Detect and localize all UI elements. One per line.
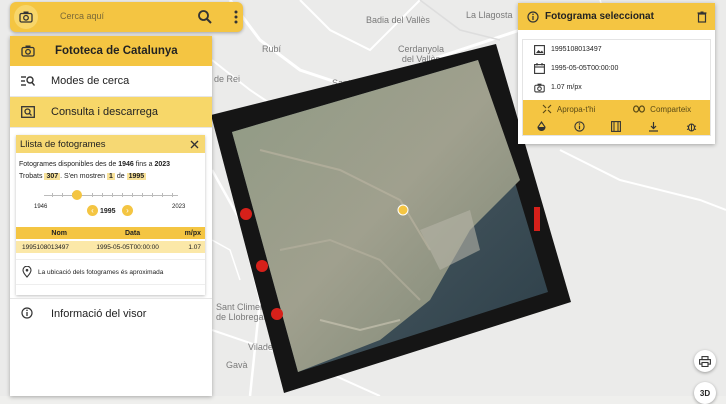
fiducial-mark (534, 207, 540, 231)
panel-header: Fototeca de Catalunya (10, 36, 212, 66)
camera-icon (21, 45, 35, 57)
camera-icon (533, 83, 545, 93)
frame-date-row: 1995-05-05T00:00:00 (523, 59, 710, 78)
frame-id: 1995108013497 (551, 46, 602, 53)
image-search-icon (21, 105, 35, 119)
film-strip-icon[interactable] (611, 121, 622, 132)
frame-actions: Apropa-t'hi Comparteix (523, 100, 710, 135)
frame-id-row: 1995108013497 (523, 40, 710, 59)
panel-title: Fototeca de Catalunya (55, 45, 178, 57)
search-icon[interactable] (197, 9, 213, 25)
showing-count: 1 (107, 173, 115, 180)
frame-resolution-row: 1.07 m/px (523, 78, 710, 97)
cell-nom: 1995108013497 (22, 243, 69, 251)
year-slider[interactable]: 1946 2023 ‹ 1995 › (16, 187, 205, 227)
opacity-icon[interactable] (536, 121, 547, 132)
selected-frame-details: 1995108013497 1995-05-05T00:00:00 1.07 m… (522, 39, 711, 136)
slider-value: 1995 (100, 208, 116, 215)
print-button[interactable] (694, 350, 716, 372)
slider-min: 1946 (34, 204, 48, 210)
info-icon (21, 307, 35, 321)
table-row[interactable]: 1995108013497 1995-05-05T00:00:00 1.07 (16, 241, 205, 253)
selected-frame-header: Fotograma seleccionat (518, 3, 715, 30)
column-header-nom: Nom (51, 229, 67, 237)
camera-icon[interactable] (14, 5, 38, 29)
photo-center-marker[interactable] (397, 204, 409, 216)
year-to: 2023 (154, 161, 171, 168)
frame-date: 1995-05-05T00:00:00 (551, 65, 619, 72)
selected-frame-title: Fotograma seleccionat (545, 11, 654, 22)
selected-frame-panel: Fotograma seleccionat 1995108013497 1995… (518, 3, 715, 144)
menu-item-label: Consulta i descarrega (51, 106, 159, 118)
fiducial-mark (271, 308, 283, 320)
3d-button[interactable]: 3D (694, 382, 716, 404)
fiducial-mark (256, 260, 268, 272)
cell-mpx: 1.07 (188, 243, 201, 251)
print-icon (699, 355, 711, 367)
info-icon[interactable] (574, 121, 585, 132)
search-input[interactable]: Cerca aquí (60, 11, 104, 21)
availability-text: Fotogrames disponibles des de 1946 fins … (19, 161, 171, 180)
menu-item-informacio-del-visor[interactable]: Informació del visor (10, 298, 212, 329)
more-vert-icon[interactable] (230, 9, 242, 25)
calendar-icon (533, 63, 545, 74)
frame-resolution: 1.07 m/px (551, 84, 582, 91)
manage-search-icon (21, 74, 35, 88)
column-header-data: Data (124, 229, 141, 237)
year-from: 1946 (118, 161, 134, 168)
table-header: Nom Data m/px (16, 227, 205, 239)
location-note-text: La ubicació dels fotogrames és aproximad… (38, 268, 164, 276)
close-icon[interactable] (190, 140, 199, 149)
menu-item-modes-de-cerca[interactable]: Modes de cerca (10, 66, 212, 97)
menu-item-label: Informació del visor (51, 308, 147, 320)
share-button[interactable]: Comparteix (633, 105, 691, 114)
search-bar: Cerca aquí (10, 2, 243, 32)
3d-label: 3D (699, 388, 711, 398)
menu-item-consulta-i-descarrega[interactable]: Consulta i descarrega (10, 97, 212, 128)
menu-item-label: Modes de cerca (51, 75, 130, 87)
delete-icon[interactable] (697, 11, 707, 23)
zoom-in-map-icon (542, 104, 552, 114)
image-icon (533, 44, 545, 55)
found-count: 307 (44, 173, 61, 180)
link-icon (633, 105, 646, 113)
fiducial-mark (240, 208, 252, 220)
bug-icon[interactable] (686, 121, 697, 132)
frame-list-header: Llista de fotogrames (16, 135, 205, 153)
download-icon[interactable] (648, 121, 659, 132)
info-icon (527, 10, 539, 23)
side-panel: Fototeca de Catalunya Modes de cerca Con… (10, 36, 212, 396)
location-note: La ubicació dels fotogrames és aproximad… (16, 259, 205, 285)
showing-year: 1995 (126, 173, 147, 180)
frame-list-card: Llista de fotogrames Fotogrames disponib… (16, 135, 205, 295)
location-pin-icon (22, 266, 32, 278)
chevron-left-icon[interactable]: ‹ (87, 205, 98, 216)
slider-max: 2023 (172, 204, 186, 210)
column-header-mpx: m/px (184, 229, 201, 237)
frame-list-title: Llista de fotogrames (20, 138, 106, 150)
zoom-to-button[interactable]: Apropa-t'hi (542, 104, 595, 114)
slider-thumb[interactable] (72, 190, 82, 200)
chevron-right-icon[interactable]: › (122, 205, 133, 216)
cell-data: 1995-05-05T00:00:00 (96, 243, 159, 251)
